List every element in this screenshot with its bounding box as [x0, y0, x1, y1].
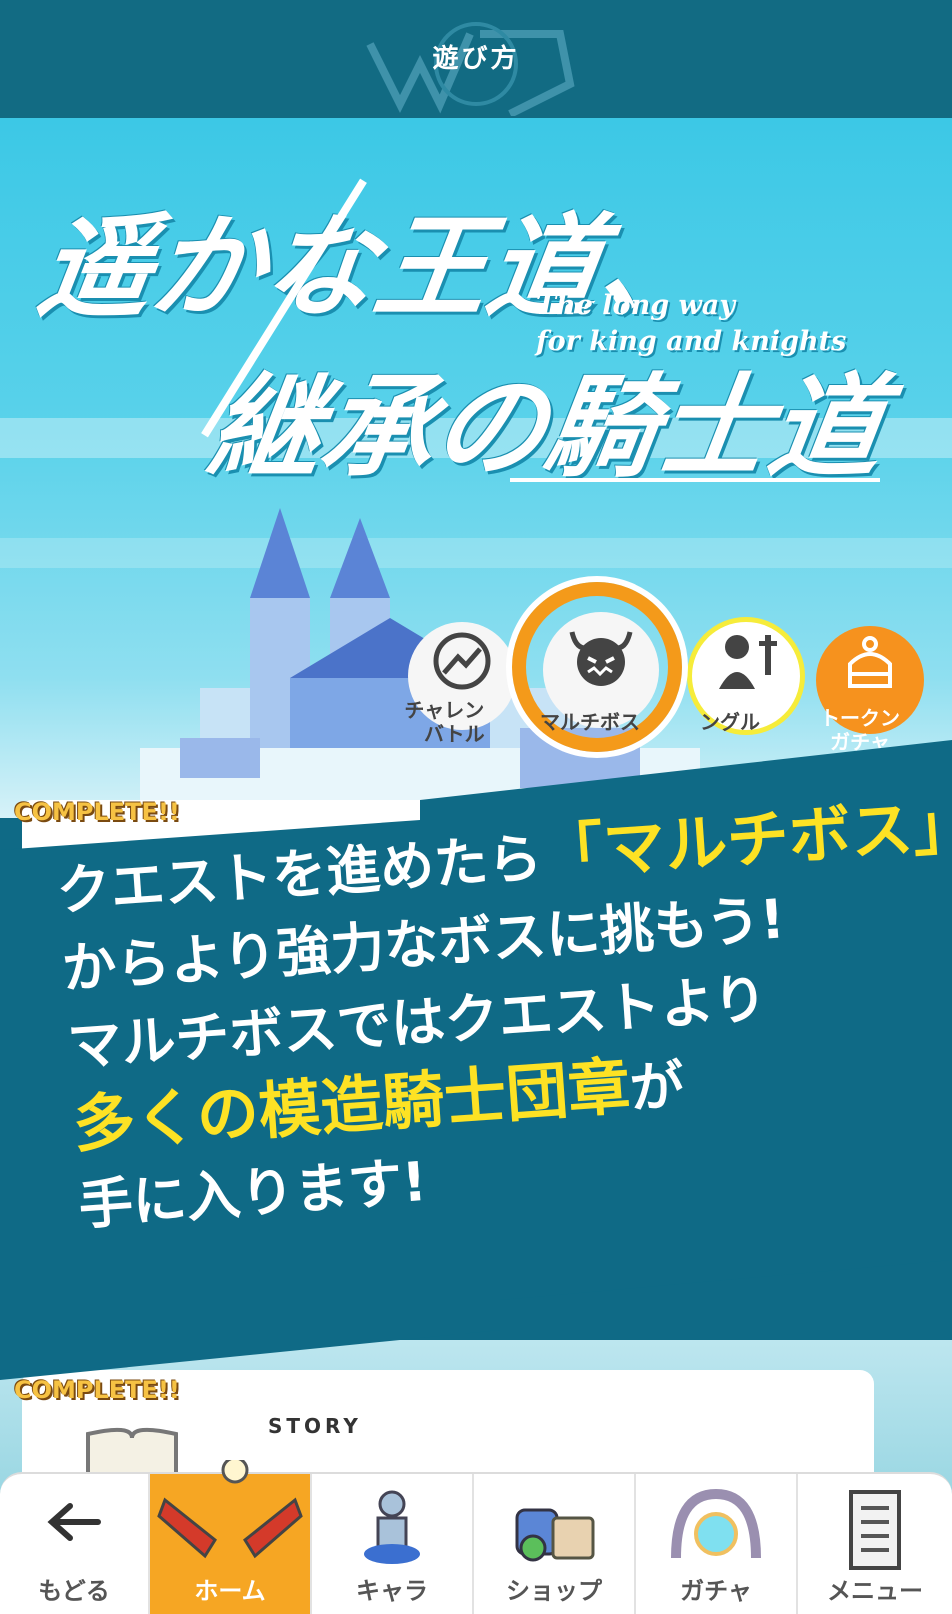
- arrow-left-icon: [47, 1503, 101, 1541]
- nav-chara-button[interactable]: キャラ: [312, 1474, 474, 1614]
- complete-badge: COMPLETE!!: [14, 798, 180, 826]
- nav-home-label: ホーム: [194, 1577, 266, 1605]
- info-text-block: クエストを進めたら「マルチボス」 からより強力なボスに挑もう! マルチボスではク…: [54, 786, 952, 1245]
- menu-list-icon: [849, 1490, 901, 1570]
- knight-icon: [719, 635, 777, 689]
- nav-gacha-button[interactable]: ガチャ: [636, 1474, 798, 1614]
- nav-shop-label: ショップ: [506, 1577, 602, 1605]
- info-line4-post: が: [627, 1053, 687, 1121]
- nav-menu-label: メニュー: [827, 1577, 923, 1605]
- hero-subtitle-line2: for king and knights: [536, 326, 847, 357]
- hero-title-line2: 継承の騎士道: [200, 362, 892, 493]
- title-underline: [510, 478, 880, 482]
- page-header: 遊び方: [0, 0, 952, 118]
- nav-back-label: もどる: [38, 1577, 110, 1605]
- multi-boss-label: マルチボス: [540, 710, 640, 734]
- challenge-battle-label: チャレン バトル: [404, 698, 485, 746]
- demon-icon: [569, 631, 633, 686]
- character-icon: [364, 1490, 420, 1564]
- gacha-portal-icon: [671, 1488, 761, 1559]
- nav-shop-button[interactable]: ショップ: [474, 1474, 636, 1614]
- challenge-icon: [433, 632, 491, 690]
- challenge-label-line1: チャレン: [404, 698, 485, 722]
- hero-subtitle-line1: The long way: [536, 290, 735, 321]
- nav-home-button[interactable]: ホーム: [150, 1460, 312, 1614]
- complete-badge: COMPLETE!!: [14, 1376, 180, 1404]
- hero-subtitle-en: The long way for king and knights: [536, 288, 846, 360]
- nav-gacha-label: ガチャ: [680, 1577, 752, 1605]
- page-title: 遊び方: [432, 44, 520, 74]
- token-bag-icon: [848, 636, 892, 688]
- nav-back-button[interactable]: もどる: [0, 1474, 150, 1614]
- token-gacha-line1: トークン: [820, 706, 900, 730]
- nav-chara-label: キャラ: [356, 1577, 428, 1605]
- story-label: STORY: [268, 1414, 362, 1438]
- flipper-home-icon: [157, 1460, 303, 1559]
- bottom-navigation: もどる ホーム キャラ ショップ ガチャ メニュー: [0, 1460, 952, 1614]
- single-battle-label: ングル: [700, 710, 760, 734]
- nav-menu-button[interactable]: メニュー: [798, 1474, 952, 1614]
- shop-bag-icon: [515, 1508, 595, 1562]
